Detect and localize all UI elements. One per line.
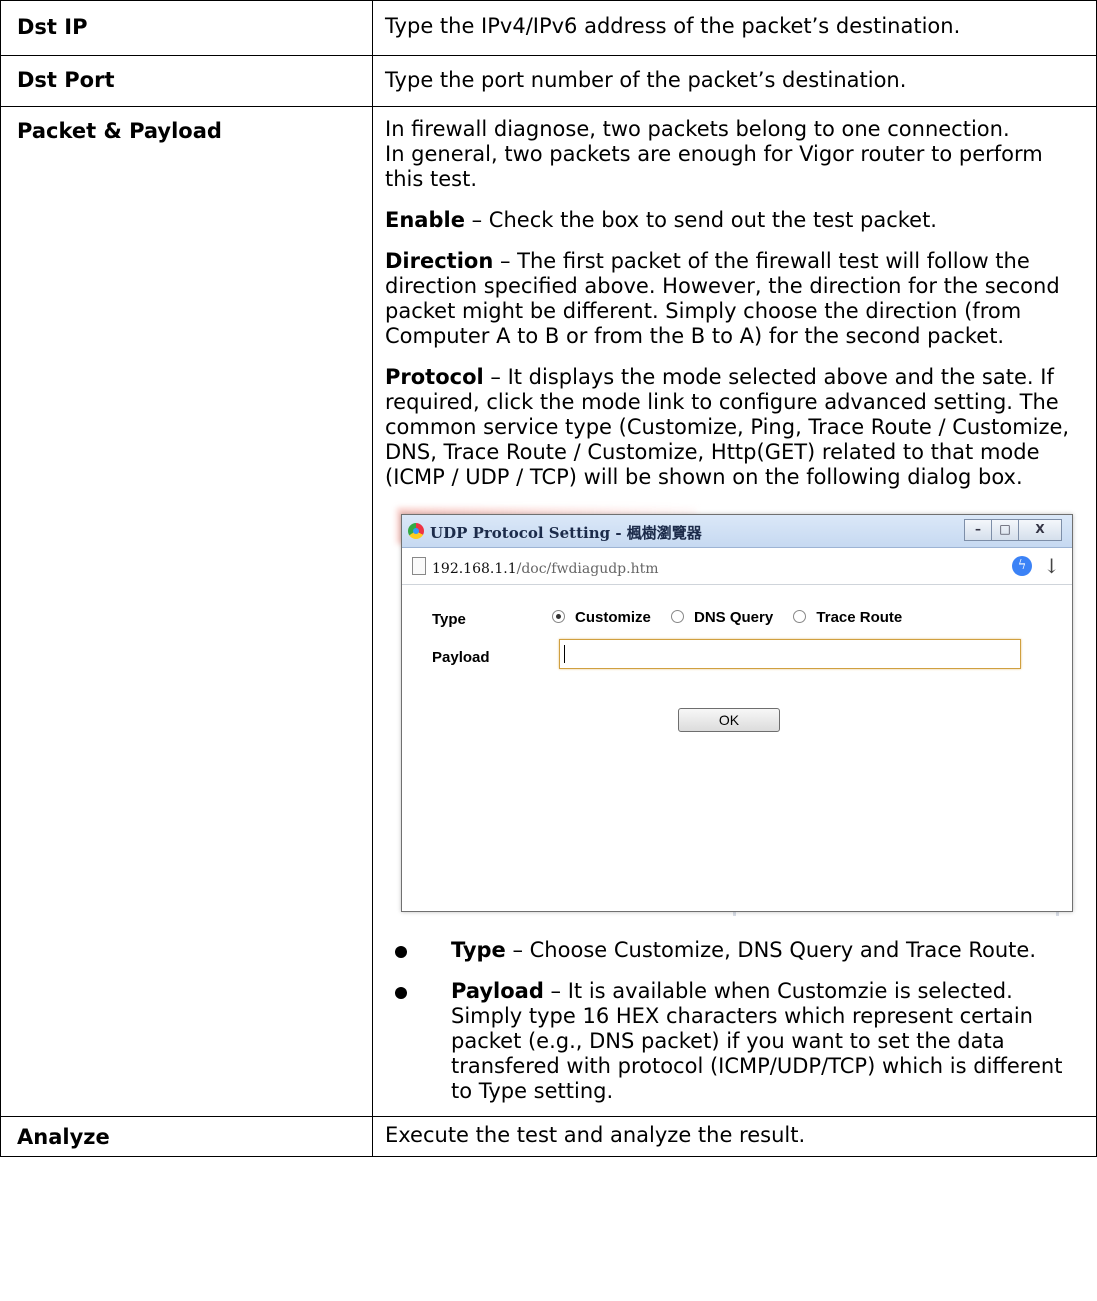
desc-analyze: Execute the test and analyze the result. — [385, 1123, 806, 1147]
ok-button[interactable]: OK — [678, 708, 780, 732]
bullet-icon — [395, 987, 407, 999]
packet-intro-1: In firewall diagnose, two packets belong… — [385, 117, 1010, 141]
term-dst-ip: Dst IP — [0, 0, 373, 56]
list-item: Type – Choose Customize, DNS Query and T… — [373, 930, 1096, 971]
term-packet-payload: Packet & Payload — [0, 106, 373, 1117]
enable-text: – Check the box to send out the test pac… — [464, 208, 937, 232]
table-row: Packet & Payload In firewall diagnose, t… — [0, 106, 1097, 1117]
radio-icon[interactable] — [671, 610, 685, 623]
maximize-button[interactable]: □ — [991, 519, 1019, 541]
payload-input[interactable] — [559, 639, 1021, 669]
desc-dst-port: Type the port number of the packet’s des… — [385, 68, 907, 92]
option-dns-query[interactable]: DNS Query — [671, 609, 773, 626]
direction-label: Direction — [385, 249, 494, 273]
radio-icon[interactable] — [793, 610, 807, 623]
dialog-title: UDP Protocol Setting - 楓樹瀏覽器 — [430, 524, 702, 542]
type-label: Type — [432, 611, 466, 628]
term-dst-port: Dst Port — [0, 55, 373, 107]
address-bar[interactable]: 192.168.1.1/doc/fwdiagudp.htm ϟ ↓ — [402, 548, 1072, 585]
table-row: Dst Port Type the port number of the pac… — [0, 55, 1097, 107]
page-icon — [412, 557, 426, 575]
direction-paragraph: Direction – The first packet of the fire… — [373, 241, 1096, 357]
bullet-icon — [395, 946, 407, 958]
term-analyze: Analyze — [0, 1116, 373, 1157]
packet-intro-2: In general, two packets are enough for V… — [385, 142, 1043, 191]
browser-icon — [408, 523, 424, 539]
payload-label: Payload — [432, 649, 490, 666]
parameter-table: Dst IP Type the IPv4/IPv6 address of the… — [0, 0, 1097, 1157]
option-trace-route[interactable]: Trace Route — [793, 609, 902, 626]
dialog-title-bar: UDP Protocol Setting - 楓樹瀏覽器 – □ X — [402, 515, 1072, 548]
minimize-button[interactable]: – — [964, 519, 992, 541]
url-path: /doc/fwdiagudp.htm — [516, 561, 659, 577]
protocol-label: Protocol — [385, 365, 484, 389]
close-button[interactable]: X — [1018, 519, 1062, 541]
enable-paragraph: Enable – Check the box to send out the t… — [373, 200, 1096, 241]
udp-protocol-dialog: UDP Protocol Setting - 楓樹瀏覽器 – □ X 192.1… — [401, 514, 1073, 912]
download-icon[interactable]: ↓ — [1043, 554, 1060, 579]
url-host: 192.168.1.1 — [432, 561, 517, 577]
type-bullet-text: – Choose Customize, DNS Query and Trace … — [505, 938, 1037, 962]
table-row: Dst IP Type the IPv4/IPv6 address of the… — [0, 0, 1097, 56]
radio-icon[interactable] — [552, 610, 565, 623]
option-customize[interactable]: Customize — [552, 609, 651, 626]
desc-dst-ip: Type the IPv4/IPv6 address of the packet… — [385, 14, 961, 38]
enable-label: Enable — [385, 208, 465, 232]
protocol-paragraph: Protocol – It displays the mode selected… — [373, 357, 1096, 498]
dialog-screenshot: UDP Protocol Setting - 楓樹瀏覽器 – □ X 192.1… — [373, 502, 1096, 922]
type-options: Customize DNS Query Trace Route — [552, 605, 918, 630]
protocol-text: – It displays the mode selected above an… — [385, 365, 1070, 489]
table-row: Analyze Execute the test and analyze the… — [0, 1116, 1097, 1157]
lightning-icon[interactable]: ϟ — [1012, 556, 1032, 576]
payload-bullet-label: Payload — [451, 979, 544, 1003]
type-bullet-label: Type — [451, 938, 506, 962]
list-item: Payload – It is available when Customzie… — [373, 971, 1096, 1116]
